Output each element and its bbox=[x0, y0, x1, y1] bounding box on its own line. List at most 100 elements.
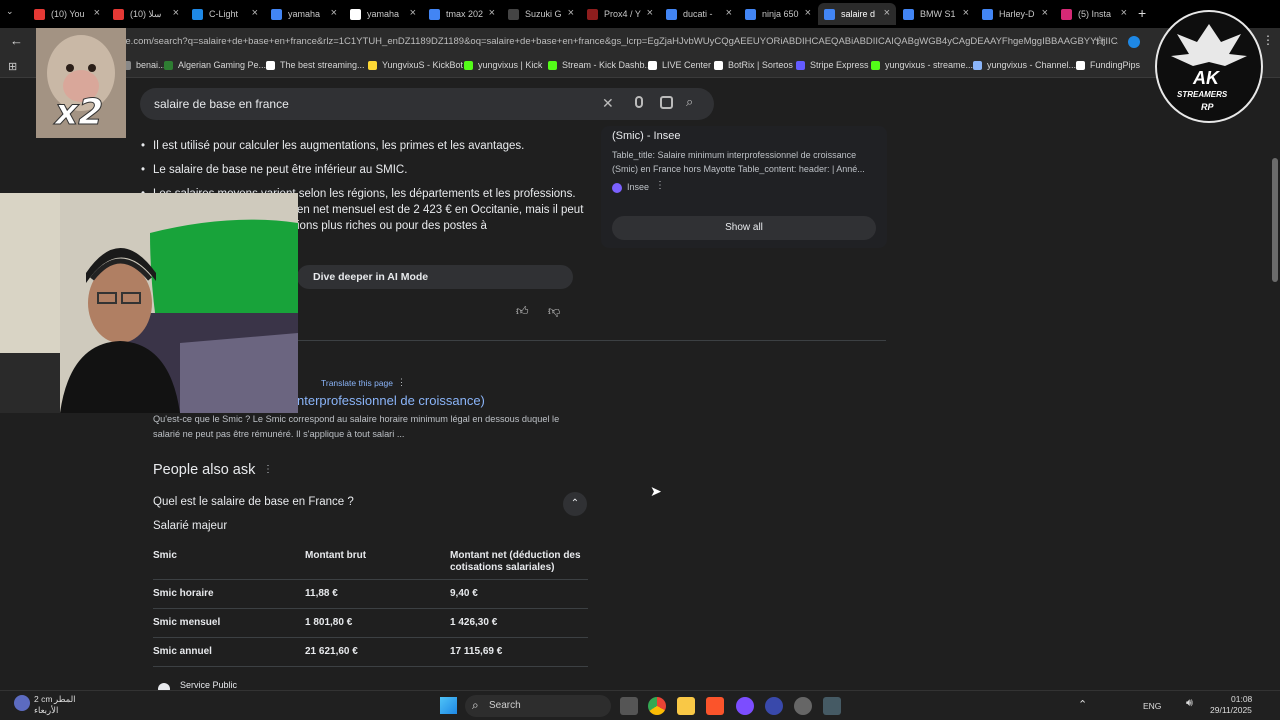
new-tab-icon[interactable]: + bbox=[1138, 5, 1146, 21]
scrollbar[interactable] bbox=[1270, 78, 1280, 690]
address-bar[interactable]: gle.com/search?q=salaire+de+base+en+fran… bbox=[118, 32, 1118, 52]
paa-source[interactable]: Service Public bbox=[180, 680, 237, 690]
weather-text[interactable]: الأربعاء bbox=[34, 705, 58, 716]
tab[interactable]: yamaha × bbox=[344, 3, 422, 25]
thumbs-down-icon[interactable]: 👎︎ bbox=[548, 304, 560, 319]
tab-close-icon[interactable]: × bbox=[647, 7, 653, 19]
tab-close-icon[interactable]: × bbox=[252, 7, 258, 19]
windows-taskbar: 2 cm المطر الأربعاء Search ⌕ ⌃ ENG 🔊︎ 01… bbox=[0, 690, 1280, 720]
paa-question[interactable]: Quel est le salaire de base en France ? bbox=[153, 496, 354, 508]
extension-icon[interactable] bbox=[1128, 36, 1140, 48]
more-icon[interactable]: ⋮ bbox=[263, 464, 273, 475]
collapse-button[interactable]: ⌃ bbox=[563, 492, 587, 516]
tab-close-icon[interactable]: × bbox=[805, 7, 811, 19]
bookmark-label: BotRix | Sorteos bbox=[728, 60, 793, 70]
task-view-icon[interactable] bbox=[620, 697, 638, 715]
dive-deeper-button[interactable]: Dive deeper in AI Mode bbox=[297, 265, 573, 289]
bookmark-item[interactable]: yungvixus | Kick bbox=[464, 60, 542, 70]
tab[interactable]: (5) Insta × bbox=[1055, 3, 1133, 25]
apps-icon[interactable]: ⊞ bbox=[8, 60, 17, 73]
tab-close-icon[interactable]: × bbox=[410, 7, 416, 19]
weather-temp[interactable]: 2 cm bbox=[34, 694, 52, 704]
tab-close-icon[interactable]: × bbox=[1042, 7, 1048, 19]
tab-close-icon[interactable]: × bbox=[963, 7, 969, 19]
chrome-icon[interactable] bbox=[648, 697, 666, 715]
bookmark-item[interactable]: yungvixus - streame... bbox=[871, 60, 973, 70]
tab-favicon-icon bbox=[192, 8, 203, 20]
clock-time[interactable]: 01:08 bbox=[1231, 694, 1252, 704]
menu-icon[interactable]: ⋮ bbox=[1262, 33, 1274, 47]
taskbar-search[interactable]: Search bbox=[465, 695, 611, 717]
tab[interactable]: Suzuki G × bbox=[502, 3, 580, 25]
bookmark-item[interactable]: Stripe Express bbox=[796, 60, 869, 70]
bookmark-item[interactable]: benai... bbox=[122, 60, 166, 70]
translate-link[interactable]: Translate this page bbox=[321, 378, 393, 388]
file-explorer-icon[interactable] bbox=[677, 697, 695, 715]
clear-icon[interactable]: ✕ bbox=[602, 95, 614, 112]
card-title[interactable]: (Smic) - Insee bbox=[612, 130, 680, 142]
bookmark-star-icon[interactable]: ☆ bbox=[1094, 33, 1106, 49]
tab[interactable]: salaire d × bbox=[818, 3, 896, 25]
tab-close-icon[interactable]: × bbox=[726, 7, 732, 19]
lens-icon[interactable] bbox=[660, 96, 673, 109]
tray-chevron-icon[interactable]: ⌃ bbox=[1078, 698, 1087, 711]
table-divider bbox=[153, 666, 588, 667]
tab-menu-button[interactable]: ⌄ bbox=[6, 6, 20, 20]
more-icon[interactable]: ⋮ bbox=[397, 377, 406, 388]
tab[interactable]: yamaha × bbox=[265, 3, 343, 25]
thumbs-up-icon[interactable]: 👍︎ bbox=[516, 304, 529, 319]
back-icon[interactable]: ← bbox=[10, 33, 23, 48]
tab-close-icon[interactable]: × bbox=[173, 7, 179, 19]
tab[interactable]: Prox4 / Y × bbox=[581, 3, 659, 25]
webcam-overlay bbox=[0, 193, 298, 413]
start-icon[interactable] bbox=[440, 697, 457, 714]
tab-favicon-icon bbox=[824, 8, 835, 20]
bookmark-item[interactable]: FundingPips bbox=[1076, 60, 1140, 70]
calculator-icon[interactable] bbox=[823, 697, 841, 715]
tab-close-icon[interactable]: × bbox=[1121, 7, 1127, 19]
result-title-link[interactable]: nterprofessionnel de croissance) bbox=[297, 393, 485, 408]
search-icon[interactable]: ⌕ bbox=[686, 94, 693, 110]
bookmark-item[interactable]: yungvixus - Channel... bbox=[973, 60, 1076, 70]
app-icon[interactable] bbox=[736, 697, 754, 715]
bookmark-label: Algerian Gaming Pe... bbox=[178, 60, 267, 70]
bookmark-item[interactable]: Algerian Gaming Pe... bbox=[164, 60, 266, 70]
tab[interactable]: (10) You × bbox=[28, 3, 106, 25]
tab[interactable]: Harley-D × bbox=[976, 3, 1054, 25]
tab-close-icon[interactable]: × bbox=[568, 7, 574, 19]
tab[interactable]: ninja 650 × bbox=[739, 3, 817, 25]
app-icon[interactable] bbox=[765, 697, 783, 715]
tab-close-icon[interactable]: × bbox=[94, 7, 100, 19]
bookmark-item[interactable]: The best streaming... bbox=[266, 60, 365, 70]
result-snippet: Qu'est-ce que le Smic ? Le Smic correspo… bbox=[153, 414, 560, 424]
tab-close-icon[interactable]: × bbox=[331, 7, 337, 19]
tab[interactable]: سلا (10) × bbox=[107, 3, 185, 25]
bookmark-item[interactable]: LIVE Center bbox=[648, 60, 711, 70]
volume-icon[interactable]: 🔊︎ bbox=[1186, 697, 1193, 710]
tab-close-icon[interactable]: × bbox=[884, 7, 890, 19]
clock-date[interactable]: 29/11/2025 bbox=[1210, 705, 1252, 715]
weather-icon[interactable] bbox=[14, 695, 30, 711]
tab[interactable]: BMW S1 × bbox=[897, 3, 975, 25]
tab[interactable]: C-Light × bbox=[186, 3, 264, 25]
show-all-button[interactable]: Show all bbox=[612, 216, 876, 240]
tab[interactable]: tmax 202 × bbox=[423, 3, 501, 25]
table-cell: 1 426,30 € bbox=[450, 617, 498, 628]
bookmark-icon bbox=[871, 60, 880, 70]
app-icon[interactable] bbox=[794, 697, 812, 715]
bookmark-item[interactable]: BotRix | Sorteos bbox=[714, 60, 793, 70]
microphone-icon[interactable] bbox=[635, 96, 643, 108]
language-indicator[interactable]: ENG bbox=[1143, 701, 1161, 711]
table-cell: 21 621,60 € bbox=[305, 646, 358, 657]
service-public-icon bbox=[158, 683, 170, 690]
tab-close-icon[interactable]: × bbox=[489, 7, 495, 19]
bookmark-item[interactable]: YungvixuS - KickBot bbox=[368, 60, 463, 70]
table-cell: 11,88 € bbox=[305, 588, 338, 599]
bookmark-item[interactable]: Stream - Kick Dashb... bbox=[548, 60, 652, 70]
weather-text[interactable]: المطر bbox=[54, 694, 76, 705]
more-icon[interactable]: ⋮ bbox=[655, 180, 665, 191]
search-input[interactable]: salaire de base en france ✕ ⌕ bbox=[140, 88, 714, 120]
tab[interactable]: ducati - × bbox=[660, 3, 738, 25]
scrollbar-thumb[interactable] bbox=[1272, 158, 1278, 282]
brave-icon[interactable] bbox=[706, 697, 724, 715]
